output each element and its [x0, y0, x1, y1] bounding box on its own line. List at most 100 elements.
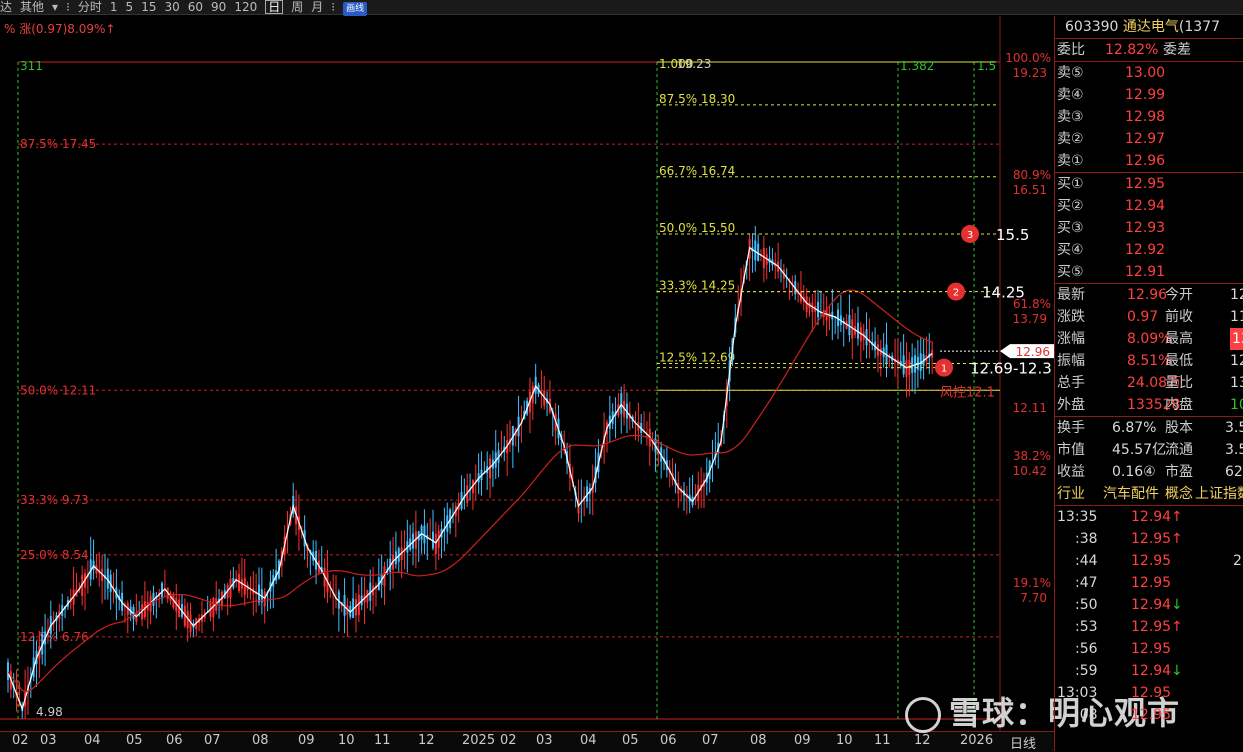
sell-book: 卖⑤ 13.00 卖④ 12.99 卖③ 12.98 卖② 12.97 卖① 12.96	[1055, 61, 1243, 172]
toolbar-item-6[interactable]: 5	[126, 0, 134, 14]
candle	[263, 591, 266, 607]
axis-pct: 38.2%	[1013, 449, 1051, 463]
toolbar-item-11[interactable]: 120	[234, 0, 257, 14]
kline-chart[interactable]: 87.5% 17.45 50.0% 12.11 33.3% 9.73 25.0% 8.…	[0, 16, 1054, 751]
quote-label-2: 今开	[1165, 287, 1193, 303]
quote-value-2: 13	[1230, 375, 1243, 391]
buy-price: 12.95	[1125, 176, 1166, 192]
axis-price: 12.11	[1013, 401, 1047, 415]
stats-table: 换手 6.87% 股本 3.5 市值 45.57亿流通 3.5 收益 0.16④ 市盈 62	[1055, 416, 1243, 483]
toolbar-item-12[interactable]: 日	[265, 0, 284, 14]
buy-price: 12.93	[1125, 220, 1166, 236]
quote-row: 最新 12.96今开 12	[1055, 284, 1243, 306]
weibi-value: 12.82%	[1105, 42, 1159, 58]
toolbar-item-15[interactable]: ⁝	[331, 0, 335, 14]
tick-row: :53 12.95 ↑	[1055, 616, 1243, 638]
axis-price: 10.42	[1013, 464, 1047, 478]
axis-price: 19.23	[1013, 66, 1047, 80]
buy-level-label: 买②	[1057, 198, 1084, 214]
toolbar-item-0[interactable]: 达	[0, 0, 12, 14]
quote-value: 12.96	[1127, 287, 1168, 303]
date-tick: 04	[580, 733, 597, 748]
stock-header[interactable]: 603390 通达电气(1377	[1055, 16, 1243, 38]
tick-price: 12.95	[1131, 707, 1172, 723]
industry-row[interactable]: 行业 汽车配件 概念 上证指数	[1055, 483, 1243, 505]
period-label: 日线	[1010, 737, 1037, 752]
high-label: 19.23	[677, 57, 711, 71]
toolbar-item-4[interactable]: 分时	[78, 0, 102, 14]
stat-label-2: 市盈	[1165, 464, 1193, 480]
tick-arrow: ↑	[1171, 531, 1183, 547]
quote-row: 涨跌 0.97 前收 11	[1055, 306, 1243, 328]
tick-list[interactable]: 13:35 12.94 ↑:38 12.95 ↑:44 12.95 2:47 12.95:50…	[1055, 505, 1243, 726]
quote-label-2: 量比	[1165, 375, 1193, 391]
toolbar-item-7[interactable]: 15	[141, 0, 156, 14]
date-tick: 11	[374, 733, 391, 748]
tick-time: :50	[1075, 597, 1098, 613]
toolbar-item-1[interactable]: 其他	[20, 0, 44, 14]
stat-label-2: 股本	[1165, 420, 1193, 436]
date-tick: 12	[418, 733, 435, 748]
tick-time: :44	[1075, 553, 1098, 569]
axis-pct: 19.1%	[1013, 576, 1051, 590]
tick-price: 12.95	[1131, 619, 1172, 635]
toolbar-item-8[interactable]: 30	[164, 0, 179, 14]
quote-value-2: 12	[1230, 353, 1243, 369]
sell-level-label: 卖⑤	[1057, 65, 1084, 81]
date-tick: 06	[166, 733, 183, 748]
buy-price: 12.91	[1125, 264, 1166, 280]
stat-row: 收益 0.16④ 市盈 62	[1055, 461, 1243, 483]
quote-label: 外盘	[1057, 397, 1085, 413]
date-tick: 10	[338, 733, 355, 748]
date-tick: 06	[660, 733, 677, 748]
toolbar-item-3[interactable]: ⁝	[66, 0, 70, 14]
quote-row: 振幅8.51%最低12	[1055, 350, 1243, 372]
tick-price: 12.95	[1131, 553, 1172, 569]
fib-label: 12.5% 6.76	[20, 630, 89, 644]
sell-price: 12.97	[1125, 131, 1166, 147]
buy-level-label: 买⑤	[1057, 264, 1084, 280]
buy-row: 买⑤ 12.91	[1055, 261, 1243, 283]
stat-row: 换手 6.87% 股本 3.5	[1055, 417, 1243, 439]
toolbar-item-14[interactable]: 月	[311, 0, 323, 14]
tick-arrow: ↑	[1171, 619, 1183, 635]
risk-label: 风控12.1	[940, 385, 995, 400]
toolbar-item-2[interactable]: ▾	[52, 0, 58, 14]
axis-pct: 80.9%	[1013, 168, 1051, 182]
sell-price: 13.00	[1125, 65, 1166, 81]
tick-time: :08	[1075, 707, 1098, 723]
date-tick: 08	[750, 733, 767, 748]
tick-price: 12.95	[1131, 685, 1172, 701]
tick-price: 12.94	[1131, 509, 1172, 525]
tick-row: :47 12.95	[1055, 572, 1243, 594]
toolbar-item-10[interactable]: 90	[211, 0, 226, 14]
tick-row: :50 12.94 ↓	[1055, 594, 1243, 616]
tick-row: 13:35 12.94 ↑	[1055, 506, 1243, 528]
fib-label: 25.0% 8.54	[20, 548, 89, 562]
toolbar-item-5[interactable]: 1	[110, 0, 118, 14]
quote-label-2: 最低	[1165, 353, 1193, 369]
cycle-ratio-label: 1.5	[977, 59, 996, 73]
quote-value-2: 107	[1230, 397, 1243, 413]
tick-time: 13:35	[1057, 509, 1098, 525]
date-tick: 09	[298, 733, 315, 748]
sell-price: 12.99	[1125, 87, 1166, 103]
draw-tool-button[interactable]: 画线	[343, 2, 368, 16]
quote-row: 外盘133528内盘107	[1055, 394, 1243, 416]
sell-level-label: 卖④	[1057, 87, 1084, 103]
stat-value: 0.16④	[1112, 464, 1156, 480]
quote-panel: 603390 通达电气(1377 委比 12.82% 委差 卖⑤ 13.00 卖④ 1…	[1054, 16, 1243, 751]
date-tick: 10	[836, 733, 853, 748]
stat-label: 换手	[1057, 420, 1085, 436]
toolbar-item-9[interactable]: 60	[188, 0, 203, 14]
buy-level-label: 买③	[1057, 220, 1084, 236]
stat-value-2: 3.5	[1225, 442, 1243, 458]
toolbar-item-13[interactable]: 周	[291, 0, 303, 14]
sell-price: 12.98	[1125, 109, 1166, 125]
cycle-ratio-label: 1.382	[900, 59, 934, 73]
industry-value: 汽车配件	[1103, 486, 1159, 502]
date-tick: 11	[874, 733, 891, 748]
fib-label-right: 33.3% 14.25	[659, 279, 735, 293]
date-tick: 2025	[462, 733, 496, 748]
sell-row: 卖⑤ 13.00	[1055, 62, 1243, 84]
